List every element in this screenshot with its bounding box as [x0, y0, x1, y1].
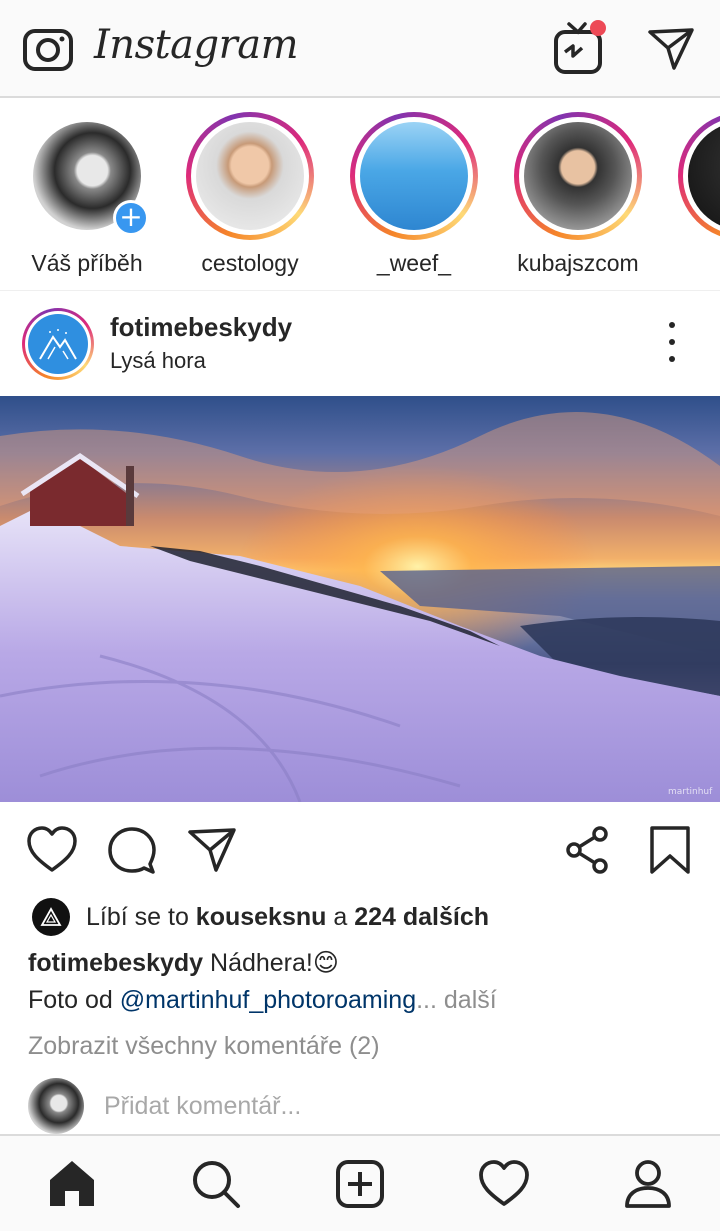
- post-actions: [0, 802, 720, 894]
- post-username[interactable]: fotimebeskydy: [110, 312, 292, 343]
- new-post-icon[interactable]: [334, 1158, 386, 1210]
- notification-dot: [590, 20, 606, 36]
- search-icon[interactable]: [190, 1158, 242, 1210]
- stories-tray: + Váš příběh cestology _weef_ kubajszcom…: [0, 100, 720, 291]
- post-image[interactable]: martinhuf: [0, 396, 720, 802]
- story-avatar: [678, 112, 720, 240]
- liker-avatar: [32, 898, 70, 936]
- post-header: fotimebeskydy Lysá hora: [0, 292, 720, 396]
- story-avatar: [514, 112, 642, 240]
- story-avatar: [350, 112, 478, 240]
- winter-sunset-photo: martinhuf: [0, 396, 720, 802]
- story-avatar: [186, 112, 314, 240]
- bottom-nav: [0, 1134, 720, 1231]
- story-own[interactable]: + Váš příběh: [12, 112, 162, 277]
- post-location[interactable]: Lysá hora: [110, 348, 206, 374]
- story-avatar: +: [23, 112, 151, 240]
- like-heart-icon[interactable]: [26, 824, 78, 876]
- activity-heart-icon[interactable]: [478, 1158, 530, 1210]
- comment-icon[interactable]: [106, 824, 158, 876]
- mountain-logo-icon: [39, 329, 77, 360]
- caption-more-link[interactable]: ... další: [416, 986, 497, 1014]
- igtv-button[interactable]: [552, 20, 606, 76]
- story-label: te: [667, 250, 720, 277]
- photo-credit: Foto od @martinhuf_photoroaming... další: [28, 986, 497, 1015]
- story-label: Váš příběh: [31, 250, 143, 276]
- share-send-icon[interactable]: [186, 824, 238, 876]
- photo-watermark: martinhuf: [668, 787, 713, 797]
- story-item[interactable]: te: [667, 112, 720, 277]
- likes-middle: a: [326, 902, 355, 931]
- top-bar: Instagram: [0, 0, 720, 98]
- story-label: kubajszcom: [517, 250, 639, 276]
- story-item[interactable]: _weef_: [339, 112, 489, 277]
- add-comment-input[interactable]: Přidat komentář...: [104, 1092, 301, 1121]
- credit-mention-link[interactable]: @martinhuf_photoroaming: [120, 986, 416, 1014]
- home-icon[interactable]: [46, 1158, 98, 1210]
- add-story-icon[interactable]: +: [113, 200, 149, 236]
- triangle-logo-icon: [40, 907, 62, 926]
- likes-count[interactable]: 224 dalších: [354, 903, 489, 932]
- likes-prefix: Líbí se to: [86, 902, 196, 931]
- story-item[interactable]: kubajszcom: [503, 112, 653, 277]
- add-comment-row[interactable]: Přidat komentář...: [0, 1076, 720, 1134]
- share-nodes-icon[interactable]: [562, 824, 614, 876]
- view-all-comments-link[interactable]: Zobrazit všechny komentáře (2): [28, 1032, 380, 1061]
- story-label: _weef_: [376, 250, 452, 276]
- story-label: cestology: [201, 250, 299, 276]
- caption-username[interactable]: fotimebeskydy: [28, 949, 203, 977]
- profile-icon[interactable]: [622, 1158, 674, 1210]
- camera-icon[interactable]: [22, 26, 74, 72]
- post-author-avatar[interactable]: [22, 308, 94, 380]
- bookmark-icon[interactable]: [644, 824, 696, 876]
- story-item[interactable]: cestology: [175, 112, 325, 277]
- credit-prefix: Foto od: [28, 986, 120, 1014]
- likes-summary[interactable]: Líbí se to kouseksnu a 224 dalších: [32, 898, 489, 936]
- direct-send-icon[interactable]: [646, 26, 696, 70]
- post-caption: fotimebeskydy Nádhera!😊: [28, 948, 339, 978]
- instagram-logo: Instagram: [94, 22, 299, 68]
- more-options-icon[interactable]: [658, 322, 686, 362]
- caption-text: Nádhera!😊: [203, 949, 339, 977]
- liker-username[interactable]: kouseksnu: [196, 903, 327, 932]
- current-user-avatar: [28, 1078, 84, 1134]
